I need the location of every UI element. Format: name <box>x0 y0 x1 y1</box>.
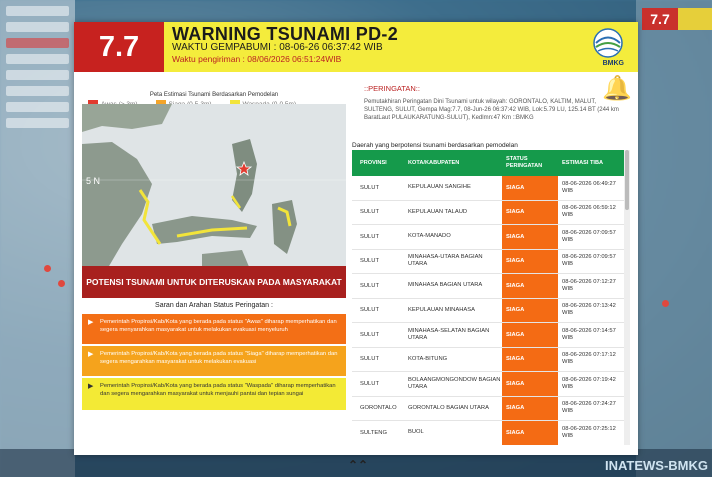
cell-kota-kabupaten: KEPULAUAN TALAUD <box>408 208 468 215</box>
warning-section-title: ::PERINGATAN:: <box>364 84 420 93</box>
cell-status: SIAGA <box>502 347 558 371</box>
cell-provinsi: SULUT <box>360 380 380 387</box>
cell-provinsi: SULUT <box>360 209 380 216</box>
cell-provinsi: SULUT <box>360 233 380 240</box>
cell-provinsi: SULUT <box>360 356 380 363</box>
cell-provinsi: SULUT <box>360 282 380 289</box>
cell-kota-kabupaten: BUOL <box>408 429 424 436</box>
affected-areas-table: PROVINSI KOTA/KABUPATEN STATUS PERINGATA… <box>352 150 628 445</box>
cell-estimasi: 08-06-2026 07:19:42 WIB <box>562 376 616 390</box>
cell-estimasi: 08-06-2026 07:09:57 WIB <box>562 229 616 243</box>
cell-kota-kabupaten: KOTA-MANADO <box>408 233 451 240</box>
background-right-panel: 7.7 <box>636 0 712 477</box>
table-row: GORONTALO GORONTALO BAGIAN UTARA SIAGA 08-0… <box>352 396 628 421</box>
col-status: STATUS PERINGATAN <box>502 150 558 176</box>
cell-estimasi: 08-06-2026 07:12:27 WIB <box>562 278 616 292</box>
cell-estimasi: 08-06-2026 07:24:27 WIB <box>562 401 616 415</box>
cell-status: SIAGA <box>502 176 558 200</box>
background-left-panel <box>0 0 75 477</box>
cell-provinsi: SULUT <box>360 307 380 314</box>
tsunami-warning-card: 7.7 WARNING TSUNAMI PD-2 WAKTU GEMPABUMI… <box>74 22 638 455</box>
cell-status: SIAGA <box>502 372 558 396</box>
map-title: Peta Estimasi Tsunami Berdasarkan Pemode… <box>149 92 279 98</box>
magnitude-badge: 7.7 <box>74 22 164 72</box>
table-row: SULUT KEPULAUAN TALAUD SIAGA 08-06-2026 06:… <box>352 200 628 225</box>
cell-status: SIAGA <box>502 225 558 249</box>
table-row: SULUT BOLAANGMONGONDOW BAGIAN UTARA SIAGA 0… <box>352 372 628 397</box>
cell-estimasi: 08-06-2026 07:17:12 WIB <box>562 352 616 366</box>
cell-estimasi: 08-06-2026 07:09:57 WIB <box>562 254 616 268</box>
cell-status: SIAGA <box>502 298 558 322</box>
table-row: SULUT KEPULAUAN MINAHASA SIAGA 08-06-2026 0… <box>352 298 628 323</box>
latitude-label: 5 N <box>86 176 100 186</box>
table-row: SULUT MINAHASA-UTARA BAGIAN UTARA SIAGA 08-… <box>352 249 628 274</box>
background-magnitude: 7.7 <box>642 8 678 30</box>
quake-marker <box>44 265 51 272</box>
warning-header: 7.7 WARNING TSUNAMI PD-2 WAKTU GEMPABUMI… <box>74 22 638 72</box>
megaphone-icon: ▶ <box>88 351 94 358</box>
cell-provinsi: GORONTALO <box>360 405 397 412</box>
table-scrollbar[interactable] <box>624 150 630 445</box>
guidance-title: Saran dan Arahan Status Peringatan : <box>155 302 273 309</box>
cell-estimasi: 08-06-2026 07:25:12 WIB <box>562 425 616 439</box>
cell-provinsi: SULUT <box>360 258 380 265</box>
tsunami-map-section: Peta Estimasi Tsunami Berdasarkan Pemode… <box>82 92 346 278</box>
table-header: PROVINSI KOTA/KABUPATEN STATUS PERINGATA… <box>352 150 628 176</box>
table-row: SULUT KOTA-BITUNG SIAGA 08-06-2026 07:17:12… <box>352 347 628 372</box>
quake-marker <box>662 300 669 307</box>
cell-estimasi: 08-06-2026 06:59:12 WIB <box>562 205 616 219</box>
quake-marker <box>58 280 65 287</box>
cell-kota-kabupaten: MINAHASA-UTARA BAGIAN UTARA <box>408 254 483 268</box>
cell-kota-kabupaten: BOLAANGMONGONDOW BAGIAN UTARA <box>408 376 501 390</box>
cell-estimasi: 08-06-2026 06:49:27 WIB <box>562 180 616 194</box>
potential-tsunami-banner: POTENSI TSUNAMI UNTUK DITERUSKAN PADA MA… <box>82 266 346 298</box>
cell-kota-kabupaten: KEPULAUAN MINAHASA <box>408 306 476 313</box>
inatews-logo: INATEWS-BMKG <box>604 458 708 473</box>
tsunami-map[interactable]: 5 N <box>82 104 346 278</box>
cell-kota-kabupaten: KOTA-BITUNG <box>408 355 448 362</box>
warning-message: Pemutakhiran Peringatan Dini Tsunami unt… <box>364 99 619 121</box>
cell-provinsi: SULTENG <box>360 429 387 436</box>
scrollbar-thumb[interactable] <box>625 150 629 210</box>
cell-kota-kabupaten: GORONTALO BAGIAN UTARA <box>408 404 489 411</box>
col-kota-kabupaten: KOTA/KABUPATEN <box>408 159 460 166</box>
cell-status: SIAGA <box>502 200 558 224</box>
cell-estimasi: 08-06-2026 07:14:57 WIB <box>562 327 616 341</box>
table-row: SULUT KOTA-MANADO SIAGA 08-06-2026 07:09:57… <box>352 225 628 250</box>
cell-kota-kabupaten: MINAHASA-SELATAN BAGIAN UTARA <box>408 327 490 341</box>
col-provinsi: PROVINSI <box>360 160 387 166</box>
quake-time: WAKTU GEMPABUMI : 08-06-26 06:37:42 WIB <box>172 42 383 53</box>
cell-status: SIAGA <box>502 396 558 420</box>
cell-status: SIAGA <box>502 274 558 298</box>
megaphone-icon: ▶ <box>88 383 94 390</box>
guidance-siaga: ▶ Pemerintah Propinsi/Kab/Kota yang bera… <box>82 346 346 376</box>
cell-estimasi: 08-06-2026 07:13:42 WIB <box>562 303 616 317</box>
table-row: SULUT MINAHASA-SELATAN BAGIAN UTARA SIAGA 0… <box>352 323 628 348</box>
table-intro: Daerah yang berpotensi tsunami berdasark… <box>352 142 518 149</box>
guidance-awas: ▶ Pemerintah Propinsi/Kab/Kota yang bera… <box>82 314 346 344</box>
col-estimasi: ESTIMASI TIBA <box>562 159 604 166</box>
guidance-waspada: ▶ Pemerintah Propinsi/Kab/Kota yang bera… <box>82 378 346 410</box>
cell-kota-kabupaten: MINAHASA BAGIAN UTARA <box>408 282 483 289</box>
table-row: SULUT MINAHASA BAGIAN UTARA SIAGA 08-06-202… <box>352 274 628 299</box>
sent-time: Waktu pengiriman : 08/06/2026 06:51:24WI… <box>172 54 342 64</box>
cell-kota-kabupaten: KEPULAUAN SANGIHE <box>408 184 471 191</box>
cell-status: SIAGA <box>502 421 558 445</box>
table-row: SULTENG BUOL SIAGA 08-06-2026 07:25:12 WIB <box>352 421 628 445</box>
megaphone-icon: ▶ <box>88 319 94 326</box>
cell-provinsi: SULUT <box>360 331 380 338</box>
table-row: SULUT KEPULAUAN SANGIHE SIAGA 08-06-2026 06… <box>352 176 628 201</box>
bmkg-label: BMKG <box>602 60 624 67</box>
cell-status: SIAGA <box>502 323 558 347</box>
scroll-up-chevron-icon[interactable]: ⌃⌃ <box>348 458 368 472</box>
cell-status: SIAGA <box>502 249 558 273</box>
cell-provinsi: SULUT <box>360 184 380 191</box>
